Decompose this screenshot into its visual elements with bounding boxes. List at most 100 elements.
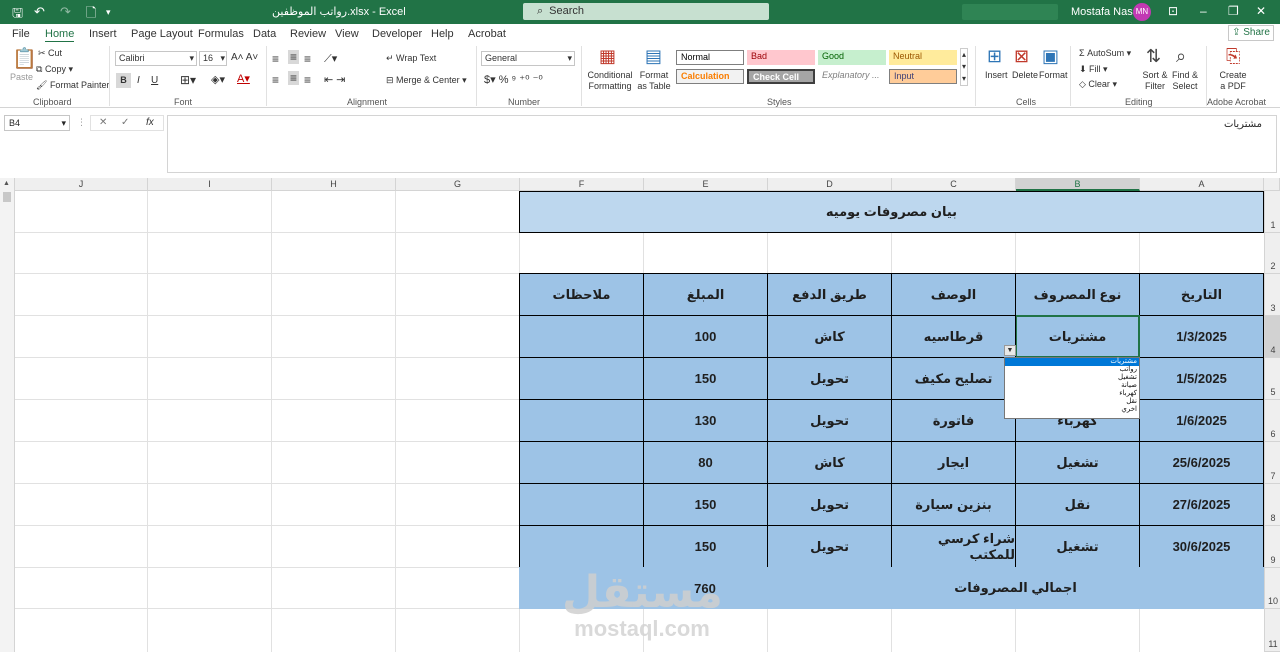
- cell-f6[interactable]: [519, 399, 644, 442]
- cell-c4[interactable]: قرطاسيه: [891, 315, 1016, 358]
- format-cells-button[interactable]: Format: [1039, 70, 1068, 80]
- font-size-buttons[interactable]: A˄ A˅: [231, 52, 258, 63]
- bold-button[interactable]: B: [116, 73, 131, 88]
- tab-formulas[interactable]: Formulas: [198, 28, 244, 40]
- column-header-f[interactable]: F: [520, 178, 644, 191]
- cell-a4[interactable]: 1/3/2025: [1139, 315, 1264, 358]
- format-as-table-button[interactable]: Format as Table: [635, 70, 673, 92]
- cell-e5[interactable]: 150: [643, 357, 768, 400]
- cell-d5[interactable]: تحويل: [767, 357, 892, 400]
- underline-button[interactable]: U: [151, 75, 158, 86]
- list-item[interactable]: تشغيل: [1005, 374, 1139, 382]
- cell-a9[interactable]: 30/6/2025: [1139, 525, 1264, 568]
- list-item[interactable]: مشتريات: [1005, 358, 1139, 366]
- undo-icon[interactable]: ↶: [34, 4, 45, 20]
- restore-icon[interactable]: ❐: [1228, 4, 1239, 18]
- row-header-4[interactable]: 4: [1264, 316, 1280, 358]
- row-header-8[interactable]: 8: [1264, 484, 1280, 526]
- cell-d7[interactable]: كاش: [767, 441, 892, 484]
- tab-view[interactable]: View: [335, 28, 359, 40]
- borders-icon[interactable]: ⊞▾: [180, 73, 196, 87]
- cell-f8[interactable]: [519, 483, 644, 526]
- row-header-1[interactable]: 1: [1264, 191, 1280, 233]
- cell-a5[interactable]: 1/5/2025: [1139, 357, 1264, 400]
- list-item[interactable]: نقل: [1005, 398, 1139, 406]
- save-icon[interactable]: 🖫: [12, 4, 23, 26]
- format-painter-button[interactable]: 🖌 Format Painter: [36, 80, 109, 91]
- number-format-select[interactable]: General ▾: [481, 51, 575, 66]
- header-expense-type[interactable]: نوع المصروف: [1015, 273, 1140, 316]
- format-cells-icon[interactable]: ▣: [1042, 46, 1059, 67]
- scroll-up-icon[interactable]: ▲: [3, 180, 10, 187]
- cell-b4[interactable]: مشتريات: [1015, 315, 1140, 358]
- tab-data[interactable]: Data: [253, 28, 276, 40]
- copy-button[interactable]: ⧉ Copy ▾: [36, 64, 73, 75]
- column-header-h[interactable]: H: [272, 178, 396, 191]
- header-payment-method[interactable]: طريق الدفع: [767, 273, 892, 316]
- header-description[interactable]: الوصف: [891, 273, 1016, 316]
- conditional-formatting-icon[interactable]: ▦: [599, 46, 616, 67]
- style-normal[interactable]: Normal: [676, 50, 744, 65]
- share-button[interactable]: ⇪ Share: [1228, 25, 1274, 41]
- formula-input[interactable]: مشتريات: [167, 115, 1277, 173]
- cell-d4[interactable]: كاش: [767, 315, 892, 358]
- fill-button[interactable]: ⬇ Fill ▾: [1079, 64, 1108, 75]
- paste-label[interactable]: Paste: [10, 72, 33, 82]
- cell-e4[interactable]: 100: [643, 315, 768, 358]
- merge-center-button[interactable]: ⊟ Merge & Center ▾: [386, 75, 467, 86]
- cell-d8[interactable]: تحويل: [767, 483, 892, 526]
- cell-a6[interactable]: 1/6/2025: [1139, 399, 1264, 442]
- customize-qat-icon[interactable]: ▾: [106, 7, 111, 18]
- column-header-g[interactable]: G: [396, 178, 520, 191]
- cell-e7[interactable]: 80: [643, 441, 768, 484]
- cell-e8[interactable]: 150: [643, 483, 768, 526]
- column-header-j[interactable]: J: [15, 178, 148, 191]
- cell-c7[interactable]: ايجار: [891, 441, 1016, 484]
- autosum-button[interactable]: Σ AutoSum ▾: [1079, 48, 1131, 59]
- column-header-c[interactable]: C: [892, 178, 1016, 191]
- styles-scroll-icon[interactable]: ▴ ▾ ▾: [960, 48, 968, 86]
- tab-developer[interactable]: Developer: [372, 28, 422, 40]
- cell-a8[interactable]: 27/6/2025: [1139, 483, 1264, 526]
- row-header-5[interactable]: 5: [1264, 358, 1280, 400]
- select-all-corner[interactable]: [1264, 178, 1280, 191]
- cell-f4[interactable]: [519, 315, 644, 358]
- total-label[interactable]: اجمالي المصروفات: [767, 567, 1264, 609]
- column-header-e[interactable]: E: [644, 178, 768, 191]
- search-box[interactable]: ⌕ Search: [523, 3, 769, 20]
- header-amount[interactable]: المبلغ: [643, 273, 768, 316]
- style-good[interactable]: Good: [818, 50, 886, 65]
- scroll-thumb[interactable]: [3, 192, 11, 202]
- paste-icon[interactable]: 📋: [12, 46, 37, 71]
- row-header-10[interactable]: 10: [1264, 568, 1280, 609]
- sheet-title[interactable]: بيان مصروفات يوميه: [519, 191, 1264, 233]
- align-middle-icon[interactable]: ≡: [288, 50, 300, 64]
- column-header-d[interactable]: D: [768, 178, 892, 191]
- data-validation-list[interactable]: مشتريات رواتب تشغيل صيانة كهرباء نقل اخر…: [1004, 357, 1140, 419]
- new-file-icon[interactable]: 🗋: [86, 4, 96, 26]
- cell-f5[interactable]: [519, 357, 644, 400]
- cut-button[interactable]: ✂ Cut: [38, 48, 62, 59]
- conditional-formatting-button[interactable]: Conditional Formatting: [587, 70, 633, 92]
- orientation-icon[interactable]: ⟋▾: [324, 52, 337, 66]
- header-notes[interactable]: ملاحظات: [519, 273, 644, 316]
- find-select-icon[interactable]: ⌕: [1176, 46, 1186, 67]
- font-color-icon[interactable]: A▾: [237, 72, 250, 85]
- clear-button[interactable]: ◇ Clear ▾: [1079, 79, 1117, 90]
- tab-file[interactable]: File: [12, 28, 30, 40]
- ribbon-options-icon[interactable]: ⊡: [1168, 4, 1178, 18]
- align-left-icon[interactable]: ≡: [272, 73, 279, 87]
- cell-d6[interactable]: تحويل: [767, 399, 892, 442]
- pdf-icon[interactable]: ⎘: [1226, 46, 1240, 67]
- cell-d9[interactable]: تحويل: [767, 525, 892, 568]
- minimize-icon[interactable]: –: [1200, 4, 1207, 18]
- list-item[interactable]: صيانة: [1005, 382, 1139, 390]
- dropdown-arrow-icon[interactable]: ▼: [1004, 345, 1016, 356]
- row-header-7[interactable]: 7: [1264, 442, 1280, 484]
- cell-c8[interactable]: بنزين سيارة: [891, 483, 1016, 526]
- cell-f9[interactable]: [519, 525, 644, 568]
- cell-f7[interactable]: [519, 441, 644, 484]
- vertical-scrollbar[interactable]: ▲: [0, 178, 15, 652]
- formula-bar-grip[interactable]: ⋮: [77, 117, 86, 128]
- cell-e9[interactable]: 150: [643, 525, 768, 568]
